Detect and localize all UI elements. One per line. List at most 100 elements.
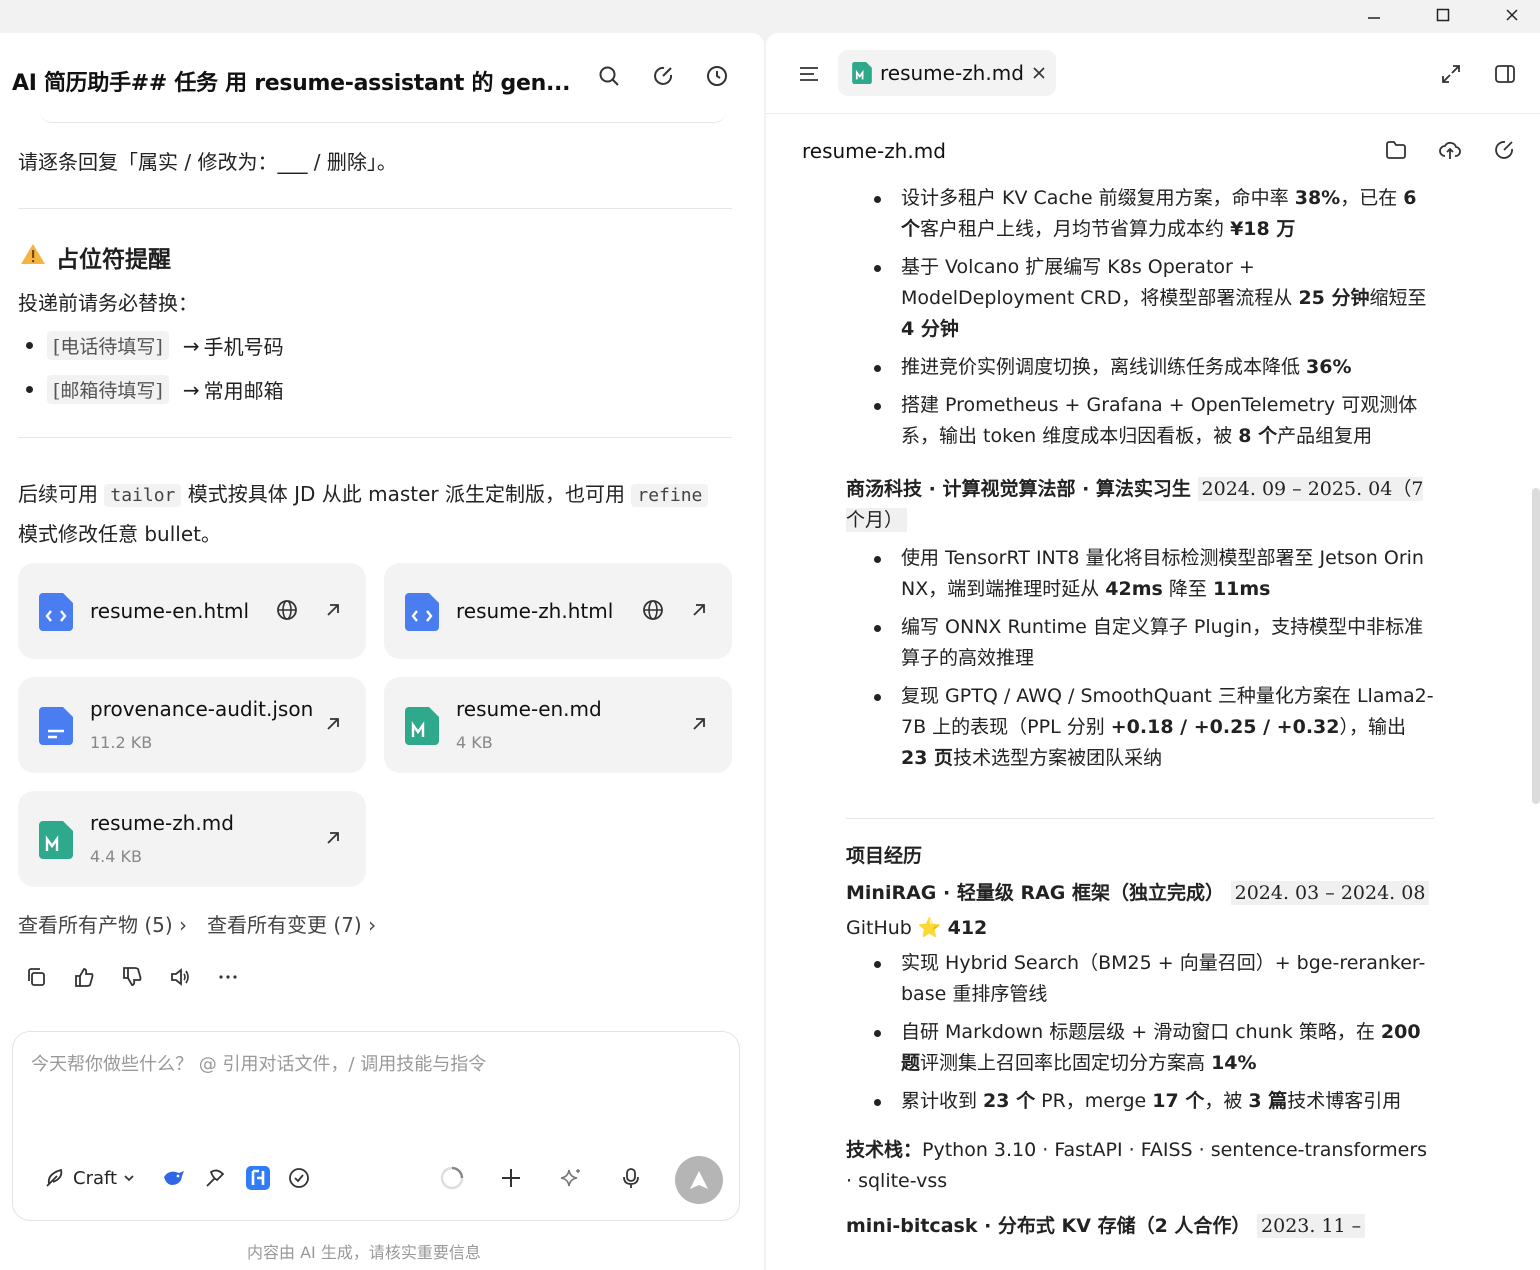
loading-spinner-icon <box>439 1158 465 1198</box>
reply-instruction: 请逐条回复「属实 / 修改为：___ / 删除」。 <box>18 150 397 174</box>
minimize-button[interactable] <box>1346 0 1402 30</box>
file-name: provenance-audit.json <box>90 697 314 721</box>
github-stars: GitHub ⭐ 412 <box>846 917 988 939</box>
file-card[interactable]: resume-zh.md 4.4 KB <box>18 791 366 887</box>
tab-label: resume-zh.md <box>880 61 1024 85</box>
list-item: 搭建 Prometheus + Grafana + OpenTelemetry … <box>874 390 1434 452</box>
file-name: resume-en.md <box>456 697 602 721</box>
list-item: [电话待填写] → 手机号码 <box>26 331 284 360</box>
markdown-file-icon <box>405 707 439 745</box>
divider <box>18 208 732 209</box>
file-size: 4 KB <box>456 733 493 752</box>
app-icon[interactable] <box>245 1158 271 1198</box>
project-heading: MiniRAG · 轻量级 RAG 框架（独立完成） 2024. 03 – 20… <box>846 878 1434 909</box>
star-icon: ⭐ <box>917 917 942 939</box>
previous-block-edge <box>40 103 726 123</box>
open-external-icon[interactable] <box>320 597 346 623</box>
divider <box>18 437 732 438</box>
open-external-icon[interactable] <box>686 711 712 737</box>
folder-icon[interactable] <box>1381 135 1411 165</box>
list-item: 自研 Markdown 标题层级 + 滑动窗口 chunk 策略，在 200 题… <box>874 1017 1434 1079</box>
file-card[interactable]: resume-zh.html <box>384 563 732 659</box>
open-external-icon[interactable] <box>320 825 346 851</box>
section-title: 占位符提醒 <box>56 247 171 273</box>
expand-icon[interactable] <box>1436 59 1466 89</box>
search-icon[interactable] <box>594 61 624 91</box>
copy-icon[interactable] <box>22 963 50 991</box>
thumbs-up-icon[interactable] <box>70 963 98 991</box>
list-item: 复现 GPTQ / AWQ / SmoothQuant 三种量化方案在 Llam… <box>874 681 1434 774</box>
edit-icon[interactable] <box>1489 135 1519 165</box>
chat-input[interactable]: 今天帮你做些什么？ @ 引用对话文件，/ 调用技能与指令 Craft <box>12 1031 740 1221</box>
input-placeholder: 今天帮你做些什么？ @ 引用对话文件，/ 调用技能与指令 <box>31 1054 487 1075</box>
tab-resume-zh[interactable]: resume-zh.md <box>838 50 1056 96</box>
globe-icon[interactable] <box>274 597 300 623</box>
file-card[interactable]: resume-en.html <box>18 563 366 659</box>
tool-icon[interactable] <box>203 1158 227 1198</box>
add-icon[interactable] <box>499 1158 523 1198</box>
speaker-icon[interactable] <box>166 963 194 991</box>
period-badge: 2023. 11 – <box>1257 1214 1366 1238</box>
sparkle-icon[interactable] <box>559 1158 583 1198</box>
close-window-button[interactable] <box>1484 0 1540 30</box>
divider <box>846 818 1434 819</box>
globe-icon[interactable] <box>640 597 666 623</box>
list-item: 基于 Volcano 扩展编写 K8s Operator + ModelDepl… <box>874 252 1434 345</box>
file-size: 11.2 KB <box>90 733 153 752</box>
list-item: 设计多租户 KV Cache 前缀复用方案，命中率 38%，已在 6 个客户租户… <box>874 183 1434 245</box>
mode-selector[interactable]: Craft <box>43 1158 135 1198</box>
file-card[interactable]: resume-en.md 4 KB <box>384 677 732 773</box>
followup-paragraph: 后续可用 tailor 模式按具体 JD 从此 master 派生定制版，也可用… <box>18 475 732 553</box>
markdown-file-icon <box>39 821 73 859</box>
html-file-icon <box>39 593 73 631</box>
history-icon[interactable] <box>702 61 732 91</box>
period-badge: 2024. 03 – 2024. 08 <box>1230 881 1430 905</box>
close-tab-icon[interactable] <box>1032 61 1046 85</box>
list-item: 使用 TensorRT INT8 量化将目标检测模型部署至 Jetson Ori… <box>874 543 1434 605</box>
sidebar-toggle-icon[interactable] <box>1490 59 1520 89</box>
json-file-icon <box>39 707 73 745</box>
file-name: resume-zh.md <box>90 811 234 835</box>
document-panel: resume-zh.md resume-zh.md 设计多租户 KV Cache… <box>766 33 1540 1270</box>
inline-code: [邮箱待填写] <box>47 375 169 404</box>
list-item: 累计收到 23 个 PR，merge 17 个，被 3 篇技术博客引用 <box>874 1086 1434 1117</box>
view-changes-link[interactable]: 查看所有变更 (7) › <box>207 909 376 938</box>
role-heading: 商汤科技 · 计算视觉算法部 · 算法实习生 2024. 09 – 2025. … <box>846 477 1424 532</box>
maximize-button[interactable] <box>1415 0 1471 30</box>
tech-stack: 技术栈：Python 3.10 · FastAPI · FAISS · sent… <box>846 1139 1428 1192</box>
send-button[interactable] <box>675 1156 723 1204</box>
warning-icon <box>20 242 46 272</box>
microphone-icon[interactable] <box>619 1158 643 1198</box>
list-item: 推进竞价实例调度切换，离线训练任务成本降低 36% <box>874 352 1434 383</box>
divider <box>766 113 1540 114</box>
project-heading: mini-bitcask · 分布式 KV 存储（2 人合作） 2023. 11… <box>846 1211 1434 1242</box>
document-body: 设计多租户 KV Cache 前缀复用方案，命中率 38%，已在 6 个客户租户… <box>846 183 1434 1242</box>
markdown-file-icon <box>852 62 872 84</box>
thumbs-down-icon[interactable] <box>118 963 146 991</box>
scrollbar[interactable] <box>1532 488 1540 804</box>
list-item: 编写 ONNX Runtime 自定义算子 Plugin，支持模型中非标准算子的… <box>874 612 1434 674</box>
file-name: resume-en.html <box>90 599 250 623</box>
chat-panel: AI 简历助手## 任务 用 resume-assistant 的 gen...… <box>0 33 764 1270</box>
feather-icon <box>46 1168 63 1187</box>
file-name: resume-zh.html <box>456 599 614 623</box>
file-card[interactable]: provenance-audit.json 11.2 KB <box>18 677 366 773</box>
shield-check-icon[interactable] <box>287 1158 311 1198</box>
new-chat-icon[interactable] <box>648 61 678 91</box>
projects-heading: 项目经历 <box>846 845 923 867</box>
open-external-icon[interactable] <box>686 597 712 623</box>
section-intro: 投递前请务必替换： <box>18 291 198 315</box>
file-size: 4.4 KB <box>90 847 142 866</box>
upload-icon[interactable] <box>1435 135 1465 165</box>
bird-app-icon[interactable] <box>161 1158 187 1198</box>
inline-code: [电话待填写] <box>47 331 169 360</box>
view-artifacts-link[interactable]: 查看所有产物 (5) › <box>18 909 187 938</box>
chat-title: AI 简历助手## 任务 用 resume-assistant 的 gen... <box>12 71 571 96</box>
summary-links: 查看所有产物 (5) › 查看所有变更 (7) › <box>18 909 376 938</box>
more-icon[interactable] <box>214 963 242 991</box>
open-external-icon[interactable] <box>320 711 346 737</box>
menu-icon[interactable] <box>794 59 824 89</box>
html-file-icon <box>405 593 439 631</box>
section-heading: 占位符提醒 <box>20 240 171 274</box>
list-item: 实现 Hybrid Search（BM25 + 向量召回）+ bge-reran… <box>874 948 1434 1010</box>
